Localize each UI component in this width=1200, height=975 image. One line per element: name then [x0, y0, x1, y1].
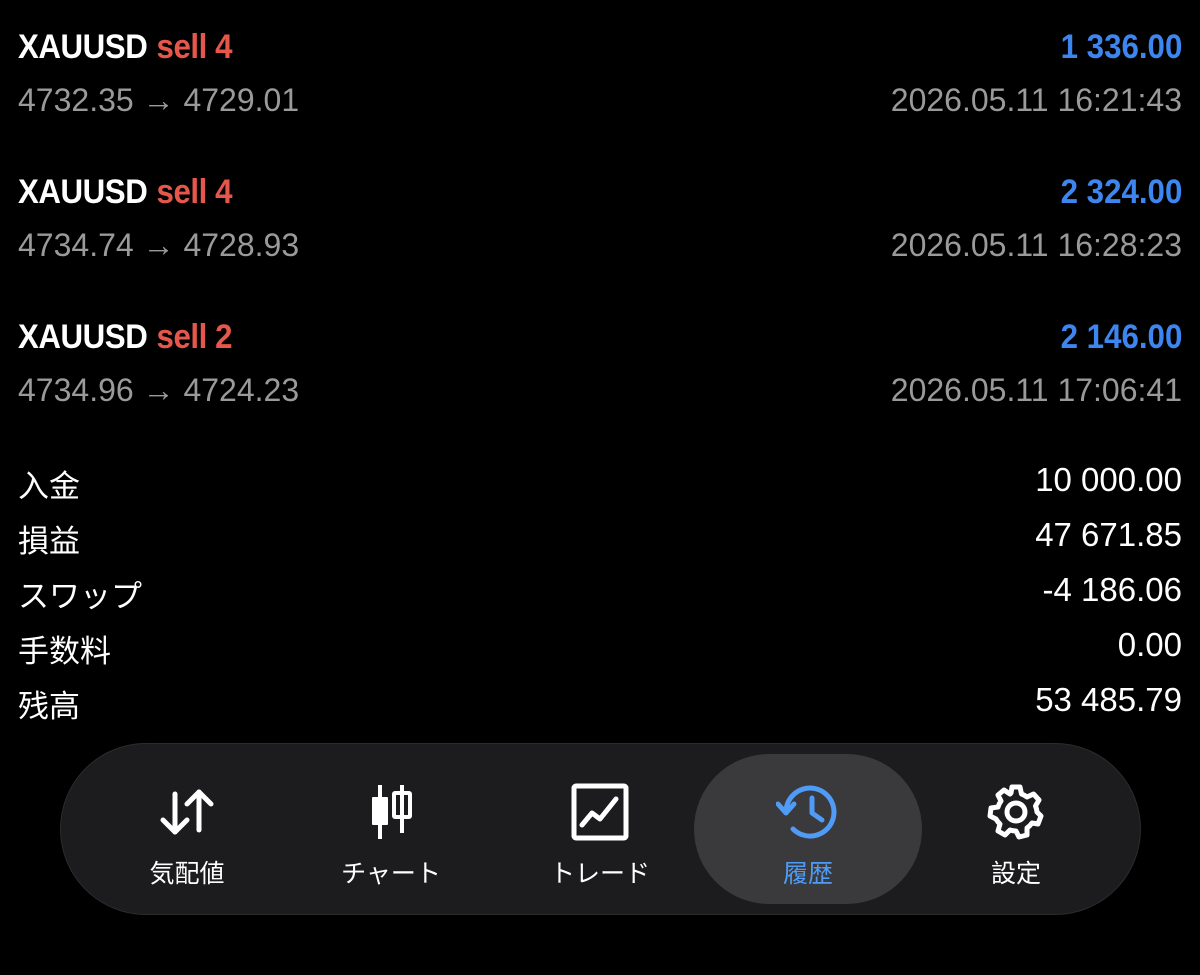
trade-symbol: XAUUSD sell 2 — [18, 318, 233, 356]
summary-deposit: 入金 10 000.00 — [18, 455, 1182, 510]
trade-row[interactable]: XAUUSD sell 2 2 146.00 4734.96 → 4724.23 … — [18, 310, 1182, 430]
trade-prices: 4734.74 → 4728.93 — [18, 227, 300, 263]
summary-label: 残高 — [18, 689, 80, 725]
trade-row[interactable]: XAUUSD sell 4 1 336.00 4732.35 → 4729.01 … — [18, 20, 1182, 140]
summary-commission: 手数料 0.00 — [18, 620, 1182, 675]
trade-row[interactable]: XAUUSD sell 4 2 324.00 4734.74 → 4728.93 … — [18, 165, 1182, 285]
candlestick-icon — [359, 780, 423, 844]
trade-profit: 1 336.00 — [1060, 28, 1182, 66]
summary-label: 手数料 — [18, 634, 111, 670]
tab-trade[interactable]: トレード — [486, 754, 714, 904]
summary-value: -4 186.06 — [1042, 571, 1182, 608]
tab-label: 気配値 — [149, 859, 225, 888]
history-clock-icon — [776, 780, 840, 844]
summary-label: スワップ — [18, 579, 142, 615]
summary-value: 47 671.85 — [1035, 516, 1182, 553]
trade-side: sell 4 — [156, 28, 233, 66]
tab-history[interactable]: 履歴 — [694, 754, 922, 904]
summary-profit: 損益 47 671.85 — [18, 510, 1182, 565]
trade-time: 2026.05.11 16:28:23 — [890, 227, 1182, 263]
account-summary: 入金 10 000.00 損益 47 671.85 スワップ -4 186.06… — [18, 455, 1182, 730]
trade-prices: 4734.96 → 4724.23 — [18, 372, 300, 408]
trade-prices: 4732.35 → 4729.01 — [18, 82, 300, 118]
trade-profit: 2 324.00 — [1060, 173, 1182, 211]
trade-time: 2026.05.11 17:06:41 — [890, 372, 1182, 408]
tab-settings[interactable]: 設定 — [902, 754, 1130, 904]
tab-label: 設定 — [990, 859, 1041, 888]
tab-label: チャート — [341, 859, 441, 888]
trade-symbol: XAUUSD sell 4 — [18, 173, 233, 211]
history-screen: XAUUSD sell 4 1 336.00 4732.35 → 4729.01 … — [0, 0, 1200, 975]
summary-label: 損益 — [18, 524, 80, 560]
tab-quotes[interactable]: 気配値 — [73, 754, 301, 904]
summary-value: 0.00 — [1117, 626, 1182, 663]
tab-label: 履歴 — [782, 859, 833, 888]
trade-side: sell 4 — [156, 173, 233, 211]
arrows-updown-icon — [155, 780, 219, 844]
trade-symbol: XAUUSD sell 4 — [18, 28, 233, 66]
tab-chart[interactable]: チャート — [277, 754, 505, 904]
summary-value: 53 485.79 — [1035, 681, 1182, 718]
summary-balance: 残高 53 485.79 — [18, 675, 1182, 730]
summary-label: 入金 — [18, 469, 80, 505]
trade-profit: 2 146.00 — [1060, 318, 1182, 356]
gear-icon — [984, 780, 1048, 844]
trade-side: sell 2 — [156, 318, 233, 356]
trade-chart-icon — [568, 780, 632, 844]
bottom-tab-bar: 気配値 チャート トレード 履歴 設定 — [60, 743, 1141, 915]
tab-label: トレード — [549, 859, 650, 888]
summary-value: 10 000.00 — [1035, 461, 1182, 498]
trade-time: 2026.05.11 16:21:43 — [890, 82, 1182, 118]
summary-swap: スワップ -4 186.06 — [18, 565, 1182, 620]
